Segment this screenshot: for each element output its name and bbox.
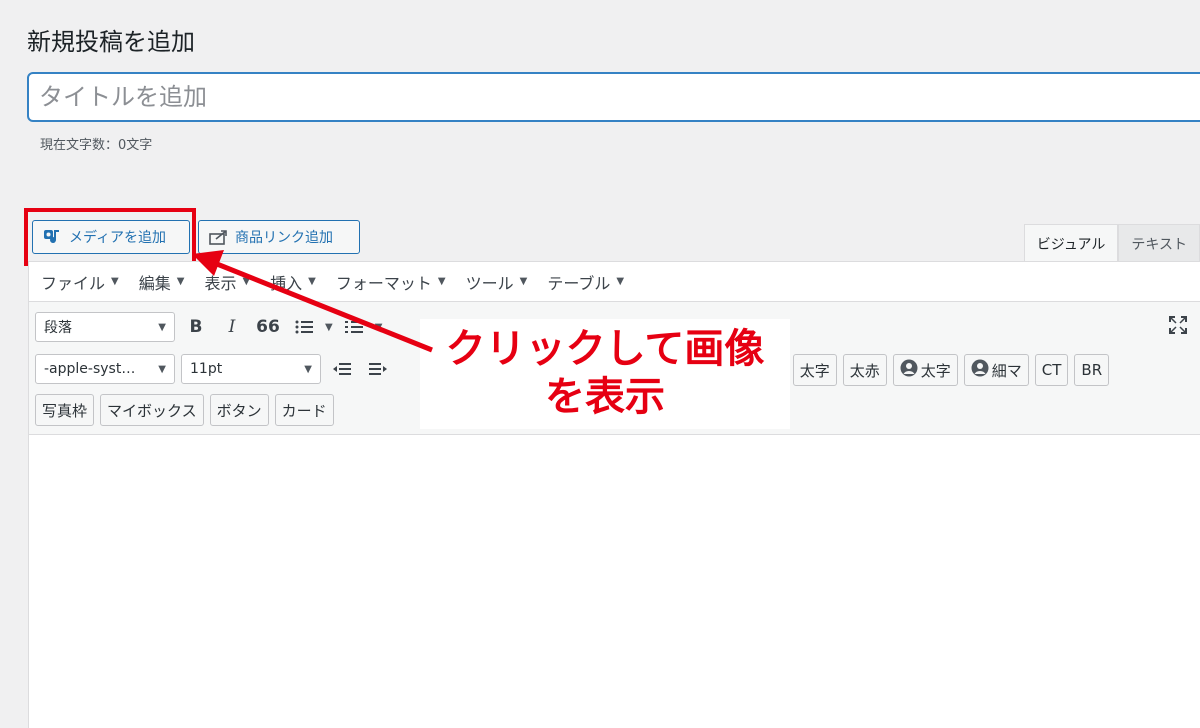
post-title-input[interactable] [27, 72, 1200, 122]
quicktag-card[interactable]: カード [274, 394, 334, 426]
annotation-highlight-box [24, 208, 196, 266]
caret-down-icon: ▼ [519, 276, 528, 287]
caret-down-icon: ▼ [158, 363, 166, 375]
toolbar-row-1: 段落 ▼ B I 66 ▼ ▼ [35, 312, 382, 342]
annotation-line-1: クリックして画像 [445, 326, 765, 372]
quicktag-button[interactable]: ボタン [209, 394, 269, 426]
product-link-label: 商品リンク追加 [235, 230, 333, 246]
bold-button[interactable]: B [181, 312, 211, 342]
toolbar-row-2: -apple-syst… ▼ 11pt ▼ [35, 354, 393, 384]
italic-button[interactable]: I [217, 312, 247, 342]
format-select[interactable]: 段落 ▼ [35, 312, 175, 342]
share-icon [209, 230, 227, 245]
quicktag-ct[interactable]: CT [1034, 354, 1069, 386]
bullet-list-icon[interactable] [289, 312, 319, 342]
page-title: 新規投稿を追加 [27, 28, 195, 56]
tab-text[interactable]: テキスト [1118, 224, 1200, 262]
menu-table-label: テーブル [547, 273, 611, 293]
font-family-value: -apple-syst… [44, 361, 136, 377]
menu-edit[interactable]: 編集 ▼ [139, 270, 185, 294]
quicktag-avatar-thin[interactable]: 細マ [963, 354, 1029, 386]
format-select-value: 段落 [44, 320, 72, 336]
quicktag-avatar-bold[interactable]: 太字 [892, 354, 958, 386]
quicktag-avatar-bold-label: 太字 [920, 361, 951, 380]
font-size-value: 11pt [190, 361, 223, 377]
fullscreen-icon[interactable] [1163, 310, 1193, 340]
caret-down-icon[interactable]: ▼ [325, 322, 333, 333]
quicktag-my-box[interactable]: マイボックス [100, 394, 204, 426]
tab-visual[interactable]: ビジュアル [1023, 224, 1119, 262]
editor-menubar: ファイル ▼ 編集 ▼ 表示 ▼ 挿入 ▼ フォーマット ▼ ツール ▼ テーブル ▼ [29, 262, 1200, 302]
menu-tools-label: ツール [465, 273, 514, 293]
quicktags-row-2: ▼ 太字 太赤 太字 細マ CT BR [779, 354, 1110, 386]
caret-down-icon: ▼ [242, 276, 251, 287]
menu-edit-label: 編集 [138, 273, 171, 293]
editor-content-area[interactable] [29, 435, 1200, 725]
menu-insert[interactable]: 挿入 ▼ [270, 270, 316, 294]
annotation-callout: クリックして画像 を表示 [420, 319, 790, 429]
menu-tools[interactable]: ツール ▼ [466, 270, 528, 294]
menu-file-label: ファイル [41, 273, 106, 293]
user-avatar-icon [900, 359, 918, 381]
numbered-list-icon[interactable] [339, 312, 369, 342]
caret-down-icon: ▼ [437, 276, 446, 287]
user-avatar-icon [971, 359, 989, 381]
quicktag-br[interactable]: BR [1074, 354, 1110, 386]
caret-down-icon: ▼ [304, 363, 312, 375]
quicktag-bold[interactable]: 太字 [792, 354, 837, 386]
menu-format-label: フォーマット [335, 273, 432, 293]
menu-insert-label: 挿入 [270, 273, 303, 293]
menu-file[interactable]: ファイル ▼ [41, 270, 119, 294]
font-family-select[interactable]: -apple-syst… ▼ [35, 354, 175, 384]
toolbar-row-3: 写真枠 マイボックス ボタン カード [35, 394, 334, 426]
indent-icon[interactable] [363, 354, 393, 384]
menu-format[interactable]: フォーマット ▼ [336, 270, 446, 294]
caret-down-icon: ▼ [176, 276, 185, 287]
outdent-icon[interactable] [327, 354, 357, 384]
blockquote-button[interactable]: 66 [253, 312, 283, 342]
product-link-button[interactable]: 商品リンク追加 [198, 220, 360, 254]
quicktag-bold-red[interactable]: 太赤 [842, 354, 887, 386]
editor-mode-tabs: ビジュアル テキスト [1023, 224, 1200, 262]
caret-down-icon: ▼ [158, 321, 166, 333]
caret-down-icon[interactable]: ▼ [375, 322, 383, 333]
quicktag-photo-frame[interactable]: 写真枠 [35, 394, 95, 426]
font-size-select[interactable]: 11pt ▼ [181, 354, 321, 384]
menu-view-label: 表示 [204, 273, 237, 293]
caret-down-icon: ▼ [616, 276, 625, 287]
menu-view[interactable]: 表示 ▼ [204, 270, 250, 294]
quicktag-avatar-thin-label: 細マ [991, 361, 1022, 380]
char-count: 現在文字数：0文字 [40, 138, 153, 153]
menu-table[interactable]: テーブル ▼ [547, 270, 624, 294]
caret-down-icon: ▼ [308, 276, 316, 287]
caret-down-icon: ▼ [111, 276, 119, 287]
annotation-line-2: を表示 [545, 374, 665, 420]
